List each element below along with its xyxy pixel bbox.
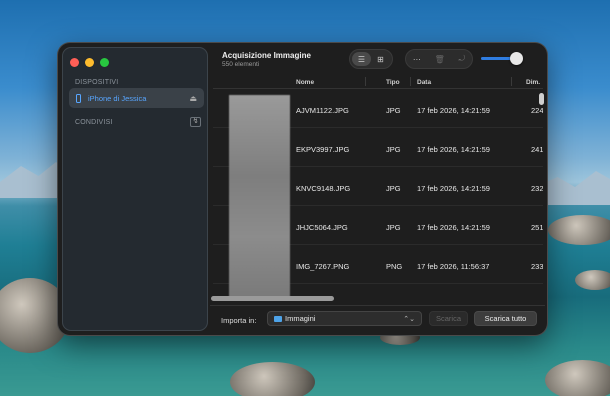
item-count: 550 elementi <box>222 61 260 68</box>
column-header-type[interactable]: Tipo <box>386 79 400 86</box>
destination-select[interactable]: Immagini ⌃⌄ <box>267 311 422 326</box>
file-type: JPG <box>386 106 401 115</box>
background-mountains-right <box>540 171 610 205</box>
sidebar: DISPOSITIVI iPhone di Jessica ⏏ CONDIVIS… <box>62 47 208 331</box>
shared-section-header: CONDIVISI <box>75 119 113 126</box>
shared-add-button[interactable]: ↯ <box>190 117 201 127</box>
background-rock <box>575 270 610 290</box>
minimize-window-button[interactable] <box>85 58 94 67</box>
grid-view-button[interactable]: ⊞ <box>371 52 390 66</box>
ellipsis-circle-icon[interactable]: ⋯ <box>413 55 421 64</box>
file-date: 17 feb 2026, 11:56:37 <box>417 262 490 271</box>
file-name: JHJC5064.JPG <box>296 223 348 232</box>
file-type: PNG <box>386 262 403 271</box>
devices-section-header: DISPOSITIVI <box>75 79 119 86</box>
file-date: 17 feb 2026, 14:21:59 <box>417 145 490 154</box>
file-name: KNVC9148.JPG <box>296 184 351 193</box>
thumbnail-size-slider[interactable] <box>481 52 524 65</box>
file-date: 17 feb 2026, 14:21:59 <box>417 184 490 193</box>
sidebar-item-device[interactable]: iPhone di Jessica ⏏ <box>69 88 204 108</box>
blurred-thumbnail <box>229 95 290 297</box>
iphone-icon <box>76 93 81 103</box>
window-title: Acquisizione Immagine <box>222 51 311 60</box>
import-label: Importa in: <box>221 316 257 325</box>
file-name: AJVM1122.JPG <box>296 106 349 115</box>
horizontal-scrollbar[interactable] <box>211 296 334 301</box>
column-header-name[interactable]: Nome <box>296 79 314 86</box>
zoom-window-button[interactable] <box>100 58 109 67</box>
view-mode-toggle: ☰ ⊞ <box>349 49 393 69</box>
table-header: Nome Tipo Data Dim. <box>213 75 543 89</box>
file-size: 224 K <box>531 106 543 115</box>
file-date: 17 feb 2026, 14:21:59 <box>417 223 490 232</box>
trash-icon[interactable]: 🗑 <box>435 55 445 64</box>
file-type: JPG <box>386 184 401 193</box>
image-capture-window: DISPOSITIVI iPhone di Jessica ⏏ CONDIVIS… <box>58 43 547 335</box>
folder-icon <box>274 315 282 322</box>
vertical-scrollbar[interactable] <box>539 93 544 105</box>
device-name: iPhone di Jessica <box>88 93 147 103</box>
grid-icon: ⊞ <box>377 54 384 64</box>
background-rock <box>545 360 610 396</box>
column-header-size[interactable]: Dim. <box>526 79 540 86</box>
file-size: 251 K <box>531 223 543 232</box>
rotate-icon[interactable]: ⤾ <box>458 54 465 64</box>
list-view-button[interactable]: ☰ <box>352 52 371 66</box>
close-window-button[interactable] <box>70 58 79 67</box>
list-icon: ☰ <box>357 54 366 64</box>
background-rock <box>548 215 610 245</box>
eject-icon[interactable]: ⏏ <box>189 94 197 103</box>
file-size: 233 K <box>531 262 543 271</box>
file-type: JPG <box>386 223 401 232</box>
download-button[interactable]: Scarica <box>429 311 468 326</box>
file-size: 232 K <box>531 184 543 193</box>
toolbar-actions: ⋯ 🗑 ⤾ <box>405 49 473 69</box>
footer-bar: Importa in: Immagini ⌃⌄ Scarica Scarica … <box>210 305 545 335</box>
file-type: JPG <box>386 145 401 154</box>
file-name: EKPV3997.JPG <box>296 145 350 154</box>
background-rock <box>230 362 315 396</box>
chevron-updown-icon: ⌃⌄ <box>403 315 415 323</box>
slider-knob[interactable] <box>510 52 524 65</box>
file-size: 241 K <box>531 145 543 154</box>
window-controls <box>70 58 109 67</box>
column-header-date[interactable]: Data <box>417 79 431 86</box>
destination-value: Immagini <box>285 314 316 323</box>
file-name: IMG_7267.PNG <box>296 262 350 271</box>
download-all-button[interactable]: Scarica tutto <box>474 311 537 326</box>
file-date: 17 feb 2026, 14:21:59 <box>417 106 490 115</box>
